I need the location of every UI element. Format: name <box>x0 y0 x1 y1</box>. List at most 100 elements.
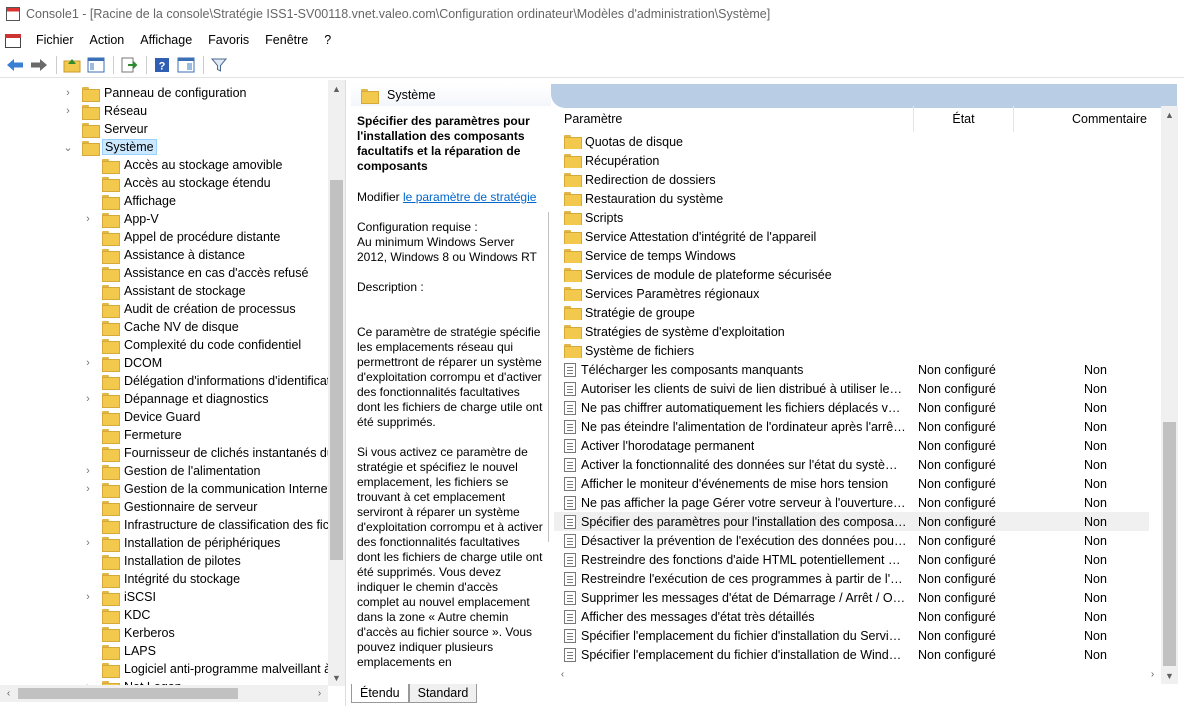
tree-hscroll-thumb[interactable] <box>18 688 238 699</box>
up-folder-icon[interactable] <box>61 54 83 76</box>
tree-item[interactable]: Gestionnaire de serveur <box>82 498 345 516</box>
chevron-down-icon[interactable]: ⌄ <box>62 141 74 154</box>
list-folder-row[interactable]: Système de fichiers <box>564 341 1159 360</box>
chevron-right-icon[interactable]: › <box>82 357 94 369</box>
tree-item[interactable]: Kerberos <box>82 624 345 642</box>
export-list-icon[interactable] <box>118 54 140 76</box>
tree-item[interactable]: Cache NV de disque <box>82 318 345 336</box>
menu-help[interactable]: ? <box>316 29 339 51</box>
list-folder-row[interactable]: Récupération <box>564 151 1159 170</box>
tree-item[interactable]: Intégrité du stockage <box>82 570 345 588</box>
tree-item[interactable]: › Panneau de configuration <box>62 84 345 102</box>
back-icon[interactable] <box>4 54 26 76</box>
menu-action[interactable]: Action <box>82 29 133 51</box>
scroll-down-arrow-icon[interactable]: ﹀ <box>547 667 549 684</box>
chevron-right-icon[interactable]: › <box>82 537 94 549</box>
chevron-right-icon[interactable]: › <box>82 393 94 405</box>
column-parametre[interactable]: Paramètre <box>554 106 914 132</box>
tree-item[interactable]: Infrastructure de classification des fic… <box>82 516 345 534</box>
scroll-left-arrow-icon[interactable]: ‹ <box>0 685 17 702</box>
list-folder-row[interactable]: Services de module de plateforme sécuris… <box>564 265 1159 284</box>
tree-vertical-scrollbar[interactable]: ▲ ▼ <box>328 80 345 686</box>
tree-item[interactable]: ⌄ Système <box>62 138 345 156</box>
tree-item[interactable]: Fermeture <box>82 426 345 444</box>
tree-item[interactable]: Device Guard <box>82 408 345 426</box>
scroll-left-arrow-icon[interactable]: ‹ <box>554 666 571 683</box>
description-scrollbar[interactable]: ︿ ﹀ <box>547 190 549 684</box>
tab-standard[interactable]: Standard <box>408 684 478 703</box>
list-policy-row[interactable]: Afficher des messages d'état très détail… <box>564 607 1159 626</box>
list-policy-row[interactable]: Ne pas afficher la page Gérer votre serv… <box>564 493 1159 512</box>
scroll-right-arrow-icon[interactable]: › <box>1144 666 1161 683</box>
list-scroll-thumb[interactable] <box>1163 422 1176 666</box>
show-tree-icon[interactable] <box>85 54 107 76</box>
tree-item[interactable]: › Dépannage et diagnostics <box>82 390 345 408</box>
tree-item[interactable]: › DCOM <box>82 354 345 372</box>
list-policy-row[interactable]: Afficher le moniteur d'événements de mis… <box>564 474 1159 493</box>
tree-item[interactable]: › Installation de périphériques <box>82 534 345 552</box>
tree-item[interactable]: Assistance en cas d'accès refusé <box>82 264 345 282</box>
tree-item[interactable]: Audit de création de processus <box>82 300 345 318</box>
list-policy-row[interactable]: Spécifier l'emplacement du fichier d'ins… <box>564 645 1159 664</box>
list-horizontal-scrollbar[interactable]: ‹ › <box>554 666 1161 683</box>
list-policy-row[interactable]: Ne pas chiffrer automatiquement les fich… <box>564 398 1159 417</box>
tree-item[interactable]: Accès au stockage étendu <box>82 174 345 192</box>
list-folder-row[interactable]: Services Paramètres régionaux <box>564 284 1159 303</box>
tree-item[interactable]: › App-V <box>82 210 345 228</box>
tree-item[interactable]: Complexité du code confidentiel <box>82 336 345 354</box>
tree-item[interactable]: › iSCSI <box>82 588 345 606</box>
chevron-right-icon[interactable]: › <box>82 591 94 603</box>
tree-item[interactable]: KDC <box>82 606 345 624</box>
list-policy-row[interactable]: Restreindre l'exécution de ces programme… <box>564 569 1159 588</box>
tree-item[interactable]: › Réseau <box>62 102 345 120</box>
chevron-right-icon[interactable]: › <box>62 105 74 117</box>
list-folder-row[interactable]: Restauration du système <box>564 189 1159 208</box>
list-folder-row[interactable]: Service Attestation d'intégrité de l'app… <box>564 227 1159 246</box>
list-policy-row[interactable]: Ne pas éteindre l'alimentation de l'ordi… <box>564 417 1159 436</box>
tree-item[interactable]: Serveur <box>62 120 345 138</box>
list-policy-row[interactable]: Activer la fonctionnalité des données su… <box>564 455 1159 474</box>
list-folder-row[interactable]: Stratégie de groupe <box>564 303 1159 322</box>
menu-fichier[interactable]: Fichier <box>28 29 82 51</box>
chevron-right-icon[interactable]: › <box>82 465 94 477</box>
description-scroll-thumb[interactable] <box>548 212 549 542</box>
tree-scroll-thumb[interactable] <box>330 180 343 560</box>
list-folder-row[interactable]: Quotas de disque <box>564 132 1159 151</box>
edit-policy-link[interactable]: le paramètre de stratégie <box>403 190 536 204</box>
list-policy-row[interactable]: Spécifier des paramètres pour l'installa… <box>554 512 1149 531</box>
list-policy-row[interactable]: Restreindre des fonctions d'aide HTML po… <box>564 550 1159 569</box>
menu-fenetre[interactable]: Fenêtre <box>257 29 316 51</box>
tab-etendu[interactable]: Étendu <box>351 684 409 703</box>
list-folder-row[interactable]: Redirection de dossiers <box>564 170 1159 189</box>
chevron-right-icon[interactable]: › <box>82 483 94 495</box>
help-icon[interactable]: ? <box>151 54 173 76</box>
tree-item[interactable]: Délégation d'informations d'identificati <box>82 372 345 390</box>
tree-item[interactable]: Fournisseur de clichés instantanés du pa <box>82 444 345 462</box>
menu-favoris[interactable]: Favoris <box>200 29 257 51</box>
column-etat[interactable]: État <box>914 106 1014 132</box>
tree-item[interactable]: › Gestion de l'alimentation <box>82 462 345 480</box>
tree-item[interactable]: LAPS <box>82 642 345 660</box>
forward-icon[interactable] <box>28 54 50 76</box>
tree-horizontal-scrollbar[interactable]: ‹ › <box>0 685 328 702</box>
list-policy-row[interactable]: Activer l'horodatage permanent Non config… <box>564 436 1159 455</box>
scroll-up-arrow-icon[interactable]: ▲ <box>328 80 345 97</box>
list-vertical-scrollbar[interactable]: ▲ ▼ <box>1161 106 1178 684</box>
tree-item[interactable]: Assistance à distance <box>82 246 345 264</box>
filter-icon[interactable] <box>208 54 230 76</box>
list-folder-row[interactable]: Service de temps Windows <box>564 246 1159 265</box>
scroll-right-arrow-icon[interactable]: › <box>311 685 328 702</box>
list-policy-row[interactable]: Télécharger les composants manquants Non … <box>564 360 1159 379</box>
tree-item[interactable]: Accès au stockage amovible <box>82 156 345 174</box>
menu-affichage[interactable]: Affichage <box>132 29 200 51</box>
list-folder-row[interactable]: Scripts <box>564 208 1159 227</box>
show-pane-icon[interactable] <box>175 54 197 76</box>
list-policy-row[interactable]: Désactiver la prévention de l'exécution … <box>564 531 1159 550</box>
list-policy-row[interactable]: Autoriser les clients de suivi de lien d… <box>564 379 1159 398</box>
tree-item[interactable]: Installation de pilotes <box>82 552 345 570</box>
tree-item[interactable]: Assistant de stockage <box>82 282 345 300</box>
scroll-down-arrow-icon[interactable]: ▼ <box>1161 667 1178 684</box>
list-folder-row[interactable]: Stratégies de système d'exploitation <box>564 322 1159 341</box>
scroll-up-arrow-icon[interactable]: ︿ <box>547 190 549 207</box>
column-commentaire[interactable]: Commentaire <box>1014 106 1159 132</box>
